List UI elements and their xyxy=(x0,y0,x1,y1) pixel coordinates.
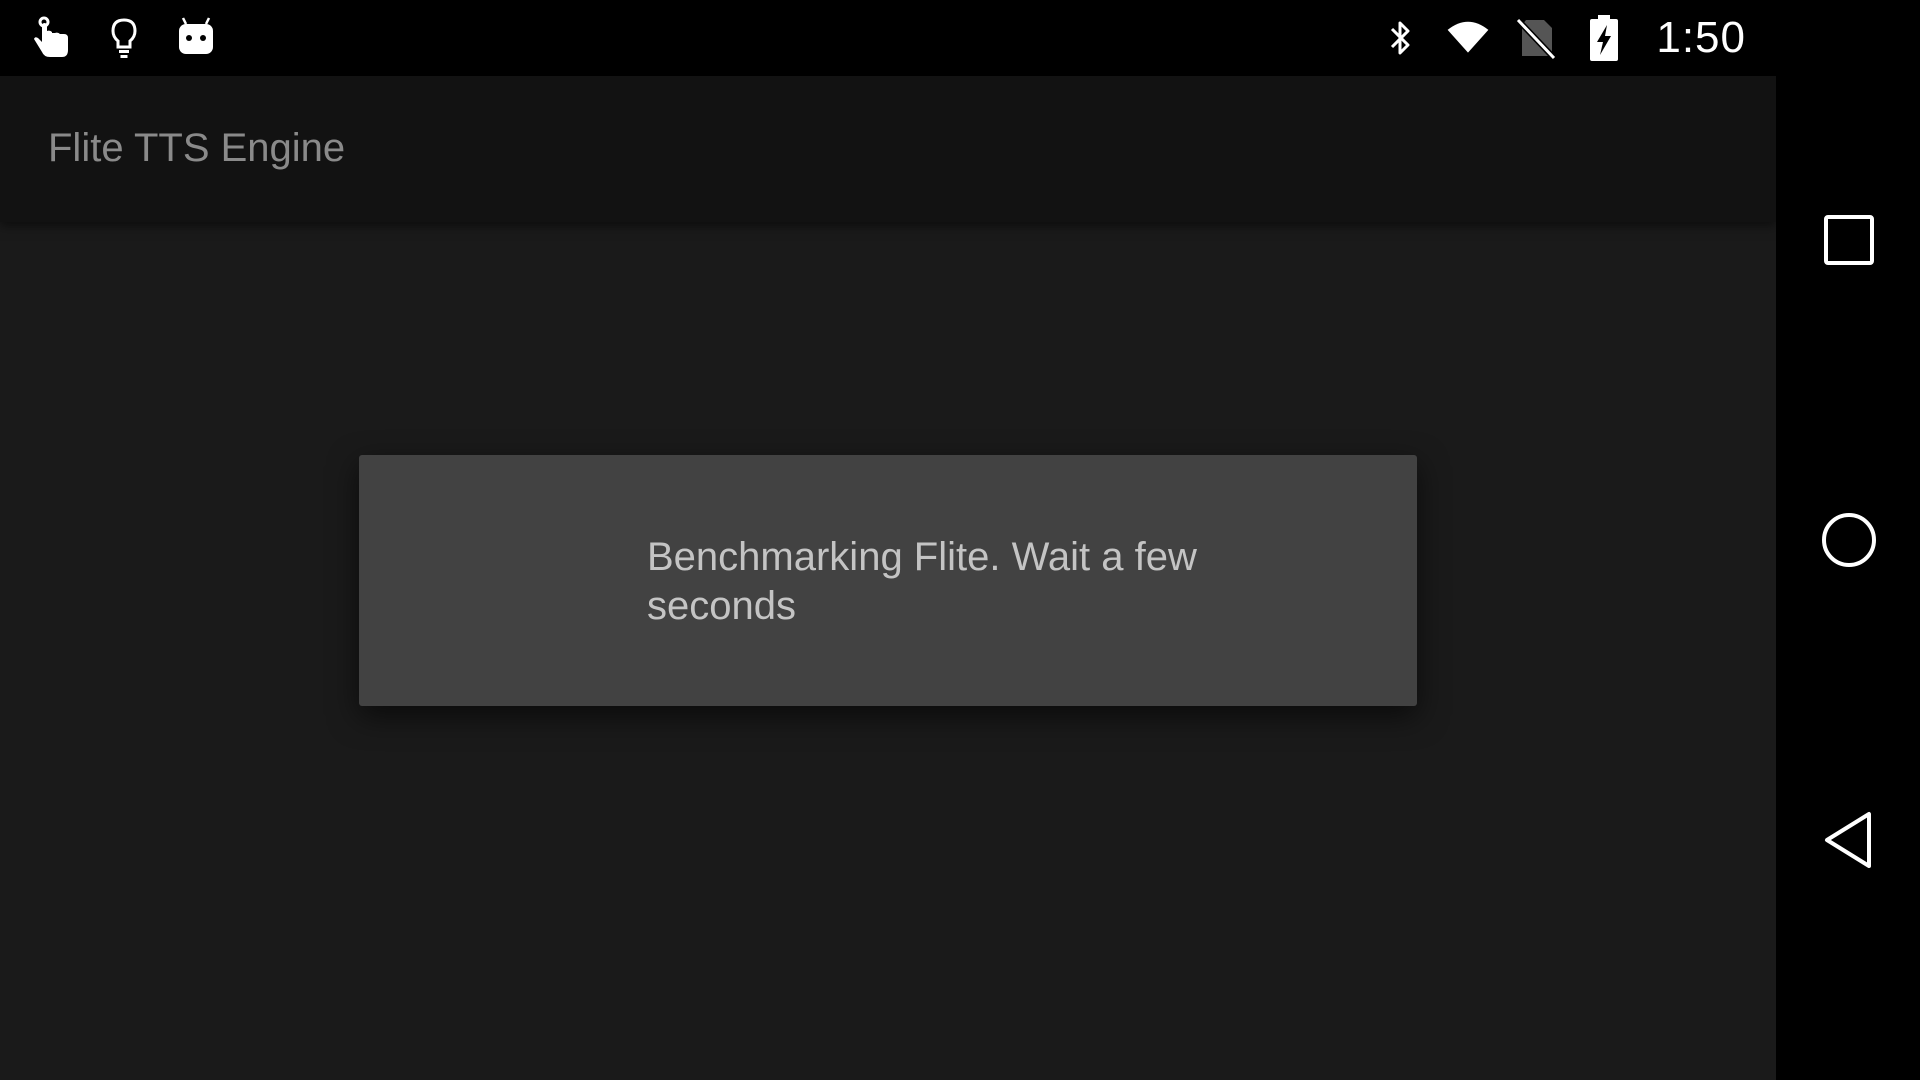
back-button[interactable] xyxy=(1804,795,1894,885)
app-bar: Flite TTS Engine xyxy=(0,76,1776,222)
clock: 1:50 xyxy=(1656,13,1746,62)
recents-button[interactable] xyxy=(1804,195,1894,285)
screen: 1:50 Flite TTS Engine Benchmarking Flite… xyxy=(0,0,1920,1080)
app-title: Flite TTS Engine xyxy=(48,126,346,170)
home-button[interactable] xyxy=(1804,495,1894,585)
home-icon xyxy=(1822,513,1876,567)
status-bar: 1:50 xyxy=(0,0,1776,76)
touch-hand-icon xyxy=(30,16,74,60)
progress-dialog: Benchmarking Flite. Wait a few seconds xyxy=(359,455,1417,706)
battery-charging-icon xyxy=(1582,15,1626,61)
notification-icons xyxy=(30,10,218,66)
system-status-icons: 1:50 xyxy=(1378,10,1746,66)
no-sim-icon xyxy=(1514,16,1558,60)
bluetooth-icon xyxy=(1378,16,1422,60)
lightbulb-icon xyxy=(102,16,146,60)
wifi-icon xyxy=(1446,16,1490,60)
recents-icon xyxy=(1824,215,1874,265)
dialog-message: Benchmarking Flite. Wait a few seconds xyxy=(647,535,1197,628)
android-robot-icon xyxy=(174,16,218,60)
content-area: Benchmarking Flite. Wait a few seconds xyxy=(0,222,1776,1080)
back-icon xyxy=(1825,812,1871,868)
navigation-bar xyxy=(1776,0,1920,1080)
